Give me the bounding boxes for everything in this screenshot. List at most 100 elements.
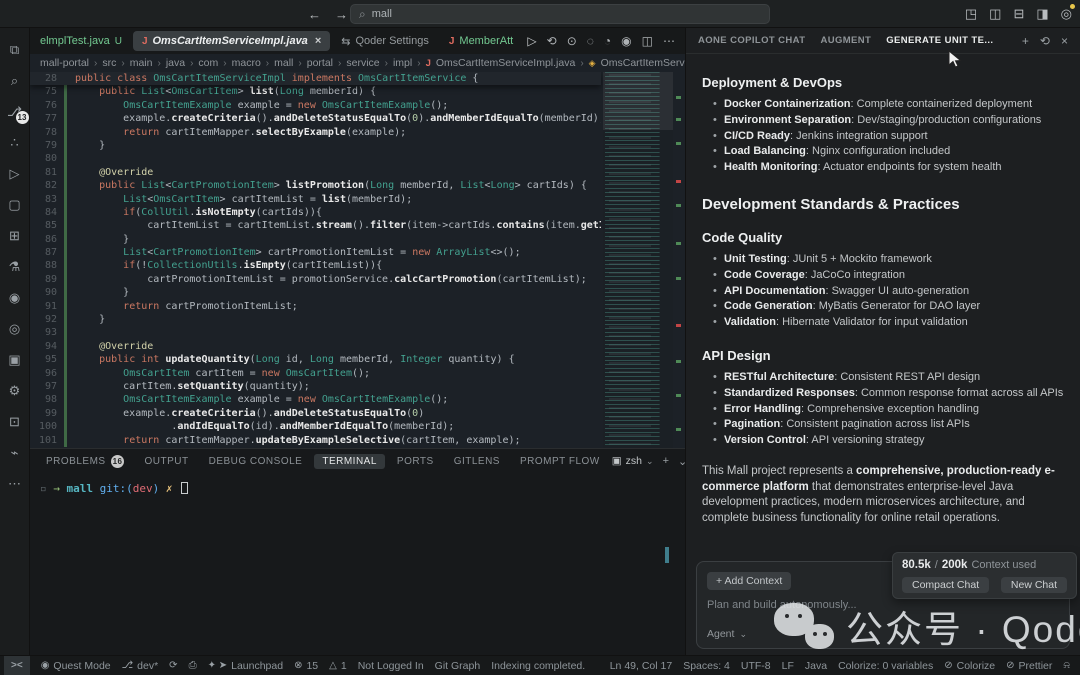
breadcrumb-symbol[interactable]: OmsCartItemServic	[601, 57, 685, 69]
indentation[interactable]: Spaces: 4	[683, 660, 730, 672]
prettier-toggle[interactable]: ⊘ Prettier	[1006, 660, 1052, 672]
list-item: API Documentation: Swagger UI auto-gener…	[713, 284, 1064, 300]
assistant-tab-aone-copilot-chat[interactable]: AONE COPILOT CHAT	[698, 35, 805, 46]
split-editor-icon[interactable]: ◫	[642, 34, 653, 48]
minimap-slider[interactable]	[603, 72, 673, 130]
breadcrumb-file[interactable]: OmsCartItemServiceImpl.java	[436, 57, 575, 69]
minimap[interactable]	[603, 72, 673, 448]
remote-icon[interactable]: ><	[4, 655, 30, 675]
playback-icon[interactable]: ◎	[0, 313, 30, 344]
breadcrumb-item[interactable]: mall-portal	[40, 57, 89, 69]
chevron-right-icon: ›	[298, 57, 302, 69]
panel-tab-output[interactable]: OUTPUT	[136, 454, 196, 469]
stamp-icon[interactable]: ⎙	[189, 660, 197, 671]
more-icon[interactable]: ⋯	[0, 468, 30, 499]
close-icon[interactable]: ×	[1061, 34, 1068, 48]
breadcrumb[interactable]: mall-portal › src › main › java › com › macro › mall…	[30, 54, 685, 72]
errors[interactable]: ⊗ 15	[294, 660, 318, 672]
panel-tab-bar: PROBLEMS 16 OUTPUT DEBUG CONSOLE TERMINAL POR…	[30, 449, 777, 473]
settings-gear-icon[interactable]: ⚙	[0, 375, 30, 406]
command-center-search[interactable]: ⌕ mall	[350, 4, 770, 24]
encoding[interactable]: UTF-8	[741, 660, 771, 672]
plug-icon[interactable]: ⌁	[0, 437, 30, 468]
add-chat-icon[interactable]: +	[1022, 34, 1029, 48]
panel-tab-problems[interactable]: PROBLEMS 16	[38, 453, 132, 470]
new-chat-button[interactable]: New Chat	[1000, 577, 1067, 593]
tab-memberatt[interactable]: J MemberAtt	[440, 31, 522, 51]
breadcrumb-item[interactable]: java	[166, 57, 185, 69]
layout-customize-icon[interactable]: ◳	[965, 6, 977, 22]
nav-forward-icon[interactable]: →	[335, 7, 348, 22]
chevron-down-icon: ⌄	[739, 628, 747, 639]
testing-icon[interactable]: ⚗	[0, 251, 30, 282]
panel-tab-prompt-flow[interactable]: PROMPT FLOW	[512, 454, 608, 469]
account-icon[interactable]: ◎	[1061, 4, 1076, 22]
breadcrumb-item[interactable]: service	[346, 57, 379, 69]
shell-selector[interactable]: ▣ zsh ⌄	[612, 455, 654, 467]
terminal[interactable]: ▫ → mall git:(dev) ✗	[30, 473, 685, 655]
sidebar-right-icon[interactable]: ◨	[1036, 6, 1048, 22]
explorer-icon[interactable]: ⧉	[0, 34, 30, 65]
breadcrumb-item[interactable]: com	[198, 57, 218, 69]
compact-chat-button[interactable]: Compact Chat	[902, 577, 990, 593]
record-icon[interactable]: ◌	[587, 34, 594, 48]
language-mode[interactable]: Java	[805, 660, 827, 672]
panel-bottom-icon[interactable]: ⊟	[1013, 6, 1024, 22]
cursor-position[interactable]: Ln 49, Col 17	[610, 660, 672, 672]
git-branch[interactable]: ⎇ dev*	[122, 660, 159, 672]
docker-icon[interactable]: ▣	[0, 344, 30, 375]
breadcrumb-item[interactable]: main	[130, 57, 153, 69]
warnings[interactable]: △ 1	[329, 660, 347, 672]
panel-tab-gitlens[interactable]: GITLENS	[446, 454, 508, 469]
search-icon[interactable]: ⌕	[0, 65, 30, 96]
new-terminal-icon[interactable]: +	[663, 455, 669, 467]
panel-tab-debug-console[interactable]: DEBUG CONSOLE	[201, 454, 311, 469]
panel-tab-ports[interactable]: PORTS	[389, 454, 442, 469]
assistant-tab-generate-unit-te[interactable]: GENERATE UNIT TE...	[886, 35, 993, 46]
tab-qoder-settings[interactable]: ⇆ Qoder Settings	[332, 31, 438, 51]
coverage-icon[interactable]: ◔	[604, 34, 611, 48]
launchpad[interactable]: ✦ ➤ Launchpad	[208, 660, 284, 672]
agent-mode-selector[interactable]: Agent ⌄	[707, 628, 747, 640]
sidebar-left-icon[interactable]: ◫	[989, 6, 1001, 22]
run-debug-icon[interactable]: ▷	[0, 158, 30, 189]
git-graph[interactable]: Git Graph	[435, 660, 481, 672]
breadcrumb-item[interactable]: portal	[307, 57, 333, 69]
code-editor[interactable]: 28 public class OmsCartItemServiceImpl im…	[30, 72, 685, 448]
notifications-icon[interactable]: ⍾	[1063, 660, 1070, 671]
extensions-icon[interactable]: ⊞	[0, 220, 30, 251]
assistant-tab-augment[interactable]: AUGMENT	[820, 35, 871, 46]
tab-elmpltest-java[interactable]: elmplTest.java U	[31, 31, 131, 51]
breadcrumb-item[interactable]: src	[102, 57, 116, 69]
run-history-icon[interactable]: ⟲	[547, 34, 557, 48]
not-logged-in[interactable]: Not Logged In	[358, 660, 424, 672]
colorize-variables[interactable]: Colorize: 0 variables	[838, 660, 933, 672]
breadcrumb-item[interactable]: mall	[274, 57, 293, 69]
code-line: 80	[30, 152, 601, 166]
play-circle-icon[interactable]: ◉	[621, 34, 631, 48]
code-line: 88 if(!CollectionUtils.isEmpty(cartItemL…	[44, 259, 383, 273]
augment-icon[interactable]: ∴	[0, 127, 30, 158]
breadcrumb-item[interactable]: impl	[393, 57, 412, 69]
add-context-button[interactable]: + Add Context	[707, 572, 792, 590]
eol[interactable]: LF	[782, 660, 794, 672]
nav-back-icon[interactable]: ←	[308, 7, 321, 22]
remote-explorer-icon[interactable]: ▢	[0, 189, 30, 220]
tab-omscartitemserviceimpl-java[interactable]: J OmsCartItemServiceImpl.java ×	[132, 31, 331, 51]
close-icon[interactable]: ×	[315, 35, 321, 47]
colorize-toggle[interactable]: ⊘ Colorize	[944, 660, 995, 672]
sync-icon[interactable]: ⟳	[169, 660, 177, 671]
context-total-value: 200k	[941, 559, 968, 571]
source-control-icon[interactable]: ⎇ 13	[0, 96, 30, 127]
quest-mode[interactable]: ◉ Quest Mode	[41, 660, 111, 672]
step-back-icon[interactable]: ⊙	[567, 34, 577, 48]
more-actions-icon[interactable]: ⋯	[663, 34, 675, 48]
paragraph: This Mall project represents a comprehen…	[702, 464, 1055, 524]
history-icon[interactable]: ⟲	[1040, 34, 1050, 48]
breadcrumb-item[interactable]: macro	[232, 57, 261, 69]
run-button[interactable]: ▷	[527, 34, 536, 48]
file-settings-icon[interactable]: ⊡	[0, 406, 30, 437]
panel-tab-terminal[interactable]: TERMINAL	[314, 453, 385, 469]
indexing-status[interactable]: Indexing completed.	[491, 660, 585, 672]
run-profile-icon[interactable]: ◉	[0, 282, 30, 313]
